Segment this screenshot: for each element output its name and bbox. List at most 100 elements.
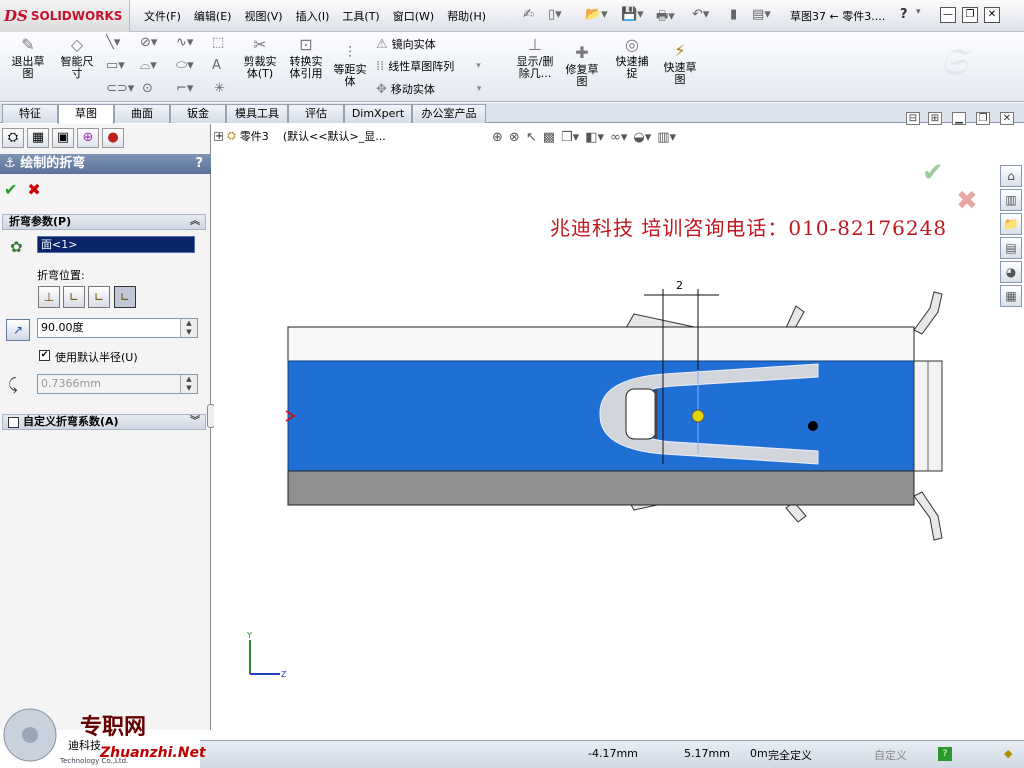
pattern-dropdown-icon[interactable]: ▾ <box>476 61 481 71</box>
quick-snaps-button[interactable]: ◎ 快速捕 捉 <box>610 36 654 80</box>
tab-surfaces[interactable]: 曲面 <box>114 104 170 123</box>
offset-label-2: 体 <box>344 75 356 88</box>
minimize-button[interactable]: — <box>940 7 956 23</box>
bend-parameters-title: 折弯参数(P) <box>9 215 72 228</box>
select-icon[interactable]: ▮ <box>730 7 737 25</box>
save-icon[interactable]: 💾▾ <box>621 7 644 25</box>
mirror-label: 镜向实体 <box>391 38 436 51</box>
grid-icon[interactable]: ⬚ <box>212 35 224 50</box>
material-inside-button[interactable]: ∟ <box>63 286 85 308</box>
material-outside-button[interactable]: ∟ <box>88 286 110 308</box>
help-icon[interactable]: ? <box>900 7 908 25</box>
offset-icon: ⫶ <box>347 43 352 62</box>
reverse-direction-icon[interactable]: ↗ <box>6 319 30 341</box>
linear-pattern-button[interactable]: ⁞⁞ 线性草图阵列 ▾ <box>376 58 481 74</box>
bend-parameters-group-header[interactable]: 折弯参数(P) ︽ <box>2 214 206 230</box>
custom-bend-allowance-checkbox[interactable] <box>8 417 19 428</box>
display-manager-icon[interactable]: ● <box>102 128 124 148</box>
command-manager-tabs: 特征 草图 曲面 钣金 模具工具 评估 DimXpert 办公室产品 <box>0 103 1024 124</box>
menu-edit[interactable]: 编辑(E) <box>188 6 238 26</box>
repair-label-2: 图 <box>576 75 588 88</box>
trim-entities-button[interactable]: ✂ 剪裁实 体(T) <box>238 36 282 80</box>
custom-properties-icon[interactable]: ▦ <box>1000 285 1022 307</box>
smart-dimension-button[interactable]: ◇ 智能尺 寸 <box>55 36 99 80</box>
help-status-icon[interactable]: ? <box>938 747 952 761</box>
rapid-sketch-button[interactable]: ⚡ 快速草 图 <box>658 42 702 86</box>
restore-button[interactable]: ❐ <box>962 7 978 23</box>
move-dropdown-icon[interactable]: ▾ <box>477 84 482 94</box>
tag-icon[interactable]: ◆ <box>1004 747 1012 760</box>
bend-centerline-button[interactable]: ⊥ <box>38 286 60 308</box>
help-button[interactable]: ? <box>195 154 203 174</box>
menu-insert[interactable]: 插入(I) <box>290 6 336 26</box>
logo-text: SOLIDWORKS <box>30 9 123 23</box>
slot-icon[interactable]: ⊂⊃▾ <box>106 81 134 96</box>
undo-icon[interactable]: ↶▾ <box>692 7 709 25</box>
bend-angle-input[interactable]: 90.00度 ▲ ▼ <box>37 318 198 338</box>
tab-office-products[interactable]: 办公室产品 <box>412 104 486 123</box>
point-icon[interactable]: ⊙ <box>142 81 153 96</box>
menu-window[interactable]: 窗口(W) <box>387 6 440 26</box>
home-icon[interactable]: ⌂ <box>1000 165 1022 187</box>
rectangle-icon[interactable]: ▭▾ <box>106 58 125 73</box>
menu-file[interactable]: 文件(F) <box>138 6 187 26</box>
tab-sheet-metal[interactable]: 钣金 <box>170 104 226 123</box>
ok-button[interactable]: ✔ <box>4 180 17 199</box>
open-icon[interactable]: 📂▾ <box>585 7 608 25</box>
bend-point-marker <box>691 409 705 423</box>
menu-view[interactable]: 视图(V) <box>238 6 288 26</box>
default-radius-checkbox[interactable]: ✔ <box>39 350 50 361</box>
fixed-face-field[interactable]: 面<1> <box>37 236 195 253</box>
feature-tree-icon[interactable]: ⛭ <box>2 128 24 148</box>
unit-system[interactable]: 自定义 <box>874 747 907 763</box>
repair-icon: ✚ <box>575 43 589 62</box>
relations-icon: ⊥ <box>528 35 542 54</box>
arc-icon[interactable]: ⌓▾ <box>140 58 157 73</box>
graphics-area[interactable]: + ⛭ 零件3 (默认<<默认>_显... ⊕ ⊗ ↖ ▩ ❒▾ ◧▾ ∞▾ ◒… <box>214 112 1024 730</box>
repair-sketch-button[interactable]: ✚ 修复草 图 <box>560 44 604 88</box>
display-delete-relations-button[interactable]: ⊥ 显示/删 除几... <box>512 36 558 80</box>
property-manager-icon[interactable]: ▦ <box>27 128 49 148</box>
spline-icon[interactable]: ∿▾ <box>176 35 193 50</box>
angle-spinner-icon[interactable]: ▲ ▼ <box>180 319 197 337</box>
new-document-icon[interactable]: ▯▾ <box>548 7 562 25</box>
dimxpert-manager-icon[interactable]: ⊕ <box>77 128 99 148</box>
configuration-manager-icon[interactable]: ▣ <box>52 128 74 148</box>
tab-mold-tools[interactable]: 模具工具 <box>226 104 288 123</box>
exit-sketch-button[interactable]: ✎ 退出草 图 <box>8 36 48 80</box>
point-star-icon[interactable]: ✳ <box>214 81 225 96</box>
circle-icon[interactable]: ⊘▾ <box>140 35 157 50</box>
move-entities-button[interactable]: ✥ 移动实体 ▾ <box>376 81 481 97</box>
collapse-chevron-icon[interactable]: ︽ <box>190 215 200 229</box>
menu-help[interactable]: 帮助(H) <box>441 6 492 26</box>
close-button[interactable]: ✕ <box>984 7 1000 23</box>
tab-features[interactable]: 特征 <box>2 104 58 123</box>
help-dropdown-icon[interactable]: ▾ <box>916 7 921 25</box>
convert-entities-button[interactable]: ⊡ 转换实 体引用 <box>284 36 328 80</box>
tab-evaluate[interactable]: 评估 <box>288 104 344 123</box>
cancel-button[interactable]: ✖ <box>27 180 40 199</box>
bend-outside-button[interactable]: ∟ <box>114 286 136 308</box>
file-explorer-icon[interactable]: 📁 <box>1000 213 1022 235</box>
ellipse-icon[interactable]: ⬭▾ <box>176 58 194 73</box>
menu-tools[interactable]: 工具(T) <box>336 6 385 26</box>
lower-plate <box>287 470 915 506</box>
pin-icon[interactable]: ✍ <box>523 7 534 25</box>
mirror-entities-button[interactable]: ⚠ 镜向实体 <box>376 36 436 52</box>
tab-sketch[interactable]: 草图 <box>58 104 114 124</box>
offset-entities-button[interactable]: ⫶ 等距实 体 <box>330 44 370 88</box>
custom-bend-allowance-group-header[interactable]: 自定义折弯系数(A) ︾ <box>2 414 206 430</box>
rapid-sketch-icon: ⚡ <box>674 41 686 60</box>
solidworks-logo[interactable]: DS SOLIDWORKS <box>0 0 130 32</box>
mirror-icon: ⚠ <box>376 36 388 52</box>
expand-chevron-icon[interactable]: ︾ <box>190 415 200 429</box>
line-icon[interactable]: ╲▾ <box>106 35 120 50</box>
view-palette-icon[interactable]: ▤ <box>1000 237 1022 259</box>
print-icon[interactable]: 🖶▾ <box>656 7 675 25</box>
appearances-icon[interactable]: ◕ <box>1000 261 1022 283</box>
options-icon[interactable]: ▤▾ <box>752 7 771 25</box>
design-library-icon[interactable]: ▥ <box>1000 189 1022 211</box>
tab-dimxpert[interactable]: DimXpert <box>344 104 412 123</box>
text-icon[interactable]: A <box>212 58 221 73</box>
fillet-icon[interactable]: ⌐▾ <box>176 81 193 96</box>
